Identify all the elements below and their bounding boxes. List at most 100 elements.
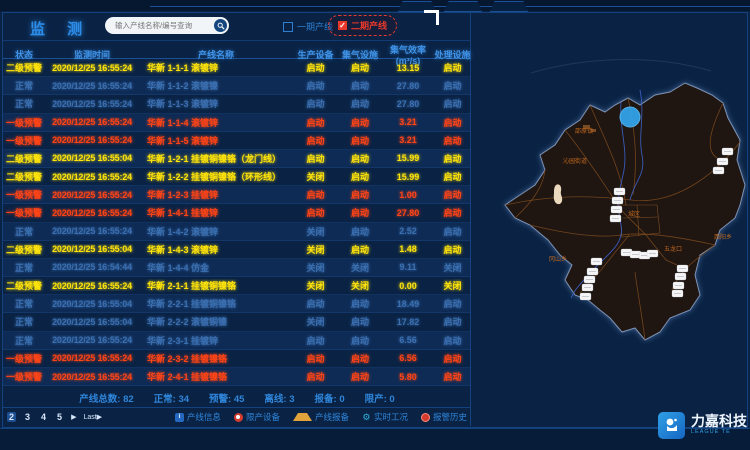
next-page-button[interactable]: ▶ [71,413,76,421]
last-page-button[interactable]: Last▶ [83,413,102,421]
cell-eff: 18.49 [382,299,434,309]
page-button[interactable]: 2 [7,412,16,422]
cell-status: 二级预警 [3,61,45,74]
search-box[interactable] [105,17,229,34]
legend-item-restrict-circle[interactable]: 限产设备 [234,411,280,423]
summary-item: 预警: 45 [209,391,244,405]
cell-time: 2020/12/25 16:55:24 [45,372,139,382]
cell-eff: 2.52 [382,226,434,236]
table-row[interactable]: 正常2020/12/25 16:55:04华新 2-2-2 滚镀铜镍关闭启动17… [3,313,471,331]
cell-status: 正常 [3,261,45,274]
cell-status: 一级预警 [3,206,45,219]
map-panel[interactable]: 邵原镇沁园街道城区西阳乡五龙口冈山乡 [471,13,747,426]
cell-eff: 6.56 [382,353,434,363]
legend-item-report-triangle[interactable]: 产线报备 [293,411,349,423]
page-title: 监 测 [30,18,91,39]
table-row[interactable]: 正常2020/12/25 16:55:24华新 2-3-1 挂镀锌启动启动6.5… [3,332,471,350]
cell-name: 华新 2-2-2 滚镀铜镍 [139,315,293,328]
summary-bar: 产线总数: 82正常: 34预警: 45离线: 3报备: 0限产: 0 [3,389,471,406]
summary-item: 限产: 0 [365,391,395,405]
cell-prod: 关闭 [293,261,338,274]
legend-item-alarm-circle[interactable]: 报警历史 [421,411,467,423]
cell-prod: 启动 [293,134,338,147]
table-row[interactable]: 一级预警2020/12/25 16:55:24华新 1-2-3 挂镀锌启动启动1… [3,186,471,204]
summary-item: 正常: 34 [154,391,189,405]
phase1-checkbox[interactable]: 一期产线 [283,20,333,33]
cell-prod: 启动 [293,116,338,129]
cell-treat: 启动 [434,152,471,165]
page-button[interactable]: 5 [55,412,64,422]
search-input[interactable] [113,20,214,31]
cell-status: 正常 [3,334,45,347]
table-row[interactable]: 二级预警2020/12/25 16:55:04华新 1-4-3 滚镀锌关闭启动1… [3,241,471,259]
cell-prod: 启动 [293,334,338,347]
logo-icon [658,412,685,439]
cell-time: 2020/12/25 16:55:24 [45,335,139,345]
cell-eff: 3.21 [382,135,434,145]
table-row[interactable]: 二级预警2020/12/25 16:55:24华新 1-1-1 滚镀锌启动启动1… [3,59,471,77]
cell-treat: 启动 [434,206,471,219]
cell-eff: 5.80 [382,372,434,382]
cell-name: 华新 1-2-1 挂镀铜镍铬（龙门线） [139,152,293,165]
phase2-button[interactable]: ✓ 二期产线 [328,15,397,36]
cell-time: 2020/12/25 16:55:24 [45,281,139,291]
cell-prod: 启动 [293,297,338,310]
summary-item: 报备: 0 [315,391,345,405]
realtime-gear-icon: ⚙ [362,413,371,422]
legend-label: 实时工况 [374,411,408,423]
monitoring-dashboard: { "header": { "title": "监 测", "search": … [0,0,750,450]
table-row[interactable]: 二级预警2020/12/25 16:55:24华新 1-2-2 挂镀铜镍铬（环形… [3,168,471,186]
cell-treat: 启动 [434,370,471,383]
table-row[interactable]: 一级预警2020/12/25 16:55:24华新 1-1-4 滚镀锌启动启动3… [3,114,471,132]
cell-prod: 关闭 [293,225,338,238]
cell-prod: 关闭 [293,243,338,256]
cell-gas: 启动 [338,152,382,165]
cell-eff: 0.00 [382,281,434,291]
checkbox-checked-icon: ✓ [338,21,347,30]
table-row[interactable]: 一级预警2020/12/25 16:55:24华新 1-4-1 挂镀锌启动启动2… [3,204,471,222]
cell-time: 2020/12/25 16:55:24 [45,226,139,236]
search-icon[interactable] [214,19,227,32]
table-row[interactable]: 正常2020/12/25 16:55:24华新 1-4-2 滚镀锌关闭启动2.5… [3,223,471,241]
cell-treat: 启动 [434,315,471,328]
cell-name: 华新 2-1-1 挂镀铜镍铬 [139,279,293,292]
page-button[interactable]: 4 [39,412,48,422]
table-row[interactable]: 一级预警2020/12/25 16:55:24华新 2-4-1 挂镀镍铬启动启动… [3,368,471,386]
cell-prod: 关闭 [293,315,338,328]
cell-eff: 15.99 [382,153,434,163]
table-row[interactable]: 正常2020/12/25 16:55:24华新 1-1-2 滚镀镍启动启动27.… [3,77,471,95]
cell-status: 一级预警 [3,116,45,129]
table-row[interactable]: 一级预警2020/12/25 16:55:24华新 1-1-5 滚镀锌启动启动3… [3,132,471,150]
legend-label: 产线信息 [187,411,221,423]
cell-status: 一级预警 [3,352,45,365]
cell-treat: 启动 [434,79,471,92]
cell-time: 2020/12/25 16:55:24 [45,117,139,127]
cell-prod: 启动 [293,152,338,165]
logo-text-cn: 力嘉科技 [691,414,747,428]
cell-eff: 3.21 [382,117,434,127]
cell-gas: 启动 [338,334,382,347]
table-row[interactable]: 二级预警2020/12/25 16:55:24华新 2-1-1 挂镀铜镍铬关闭关… [3,277,471,295]
map-place-label: 五龙口 [664,245,682,253]
table-row[interactable]: 正常2020/12/25 16:54:44华新 1-4-4 仿金关闭关闭9.11… [3,259,471,277]
map-place-label: 沁园街道 [563,157,587,165]
page-button[interactable]: 3 [23,412,32,422]
table-row[interactable]: 正常2020/12/25 16:55:04华新 2-2-1 挂镀铜镍铬启动启动1… [3,295,471,313]
cell-treat: 启动 [434,116,471,129]
legend-item-info-square[interactable]: i产线信息 [175,411,221,423]
summary-item: 产线总数: 82 [79,391,133,405]
cell-treat: 启动 [434,97,471,110]
cell-eff: 27.80 [382,99,434,109]
cell-eff: 9.11 [382,262,434,272]
cell-name: 华新 2-4-1 挂镀镍铬 [139,370,293,383]
cell-status: 二级预警 [3,279,45,292]
cell-gas: 启动 [338,370,382,383]
info-square-icon: i [175,413,184,422]
table-row[interactable]: 正常2020/12/25 16:55:24华新 1-1-3 滚镀锌启动启动27.… [3,95,471,113]
cell-prod: 启动 [293,61,338,74]
legend-item-realtime-gear[interactable]: ⚙实时工况 [362,411,408,423]
table-row[interactable]: 一级预警2020/12/25 16:55:24华新 2-3-2 挂镀镍铬启动启动… [3,350,471,368]
cell-treat: 启动 [434,352,471,365]
table-row[interactable]: 二级预警2020/12/25 16:55:04华新 1-2-1 挂镀铜镍铬（龙门… [3,150,471,168]
map-cluster-marker[interactable] [620,107,640,127]
